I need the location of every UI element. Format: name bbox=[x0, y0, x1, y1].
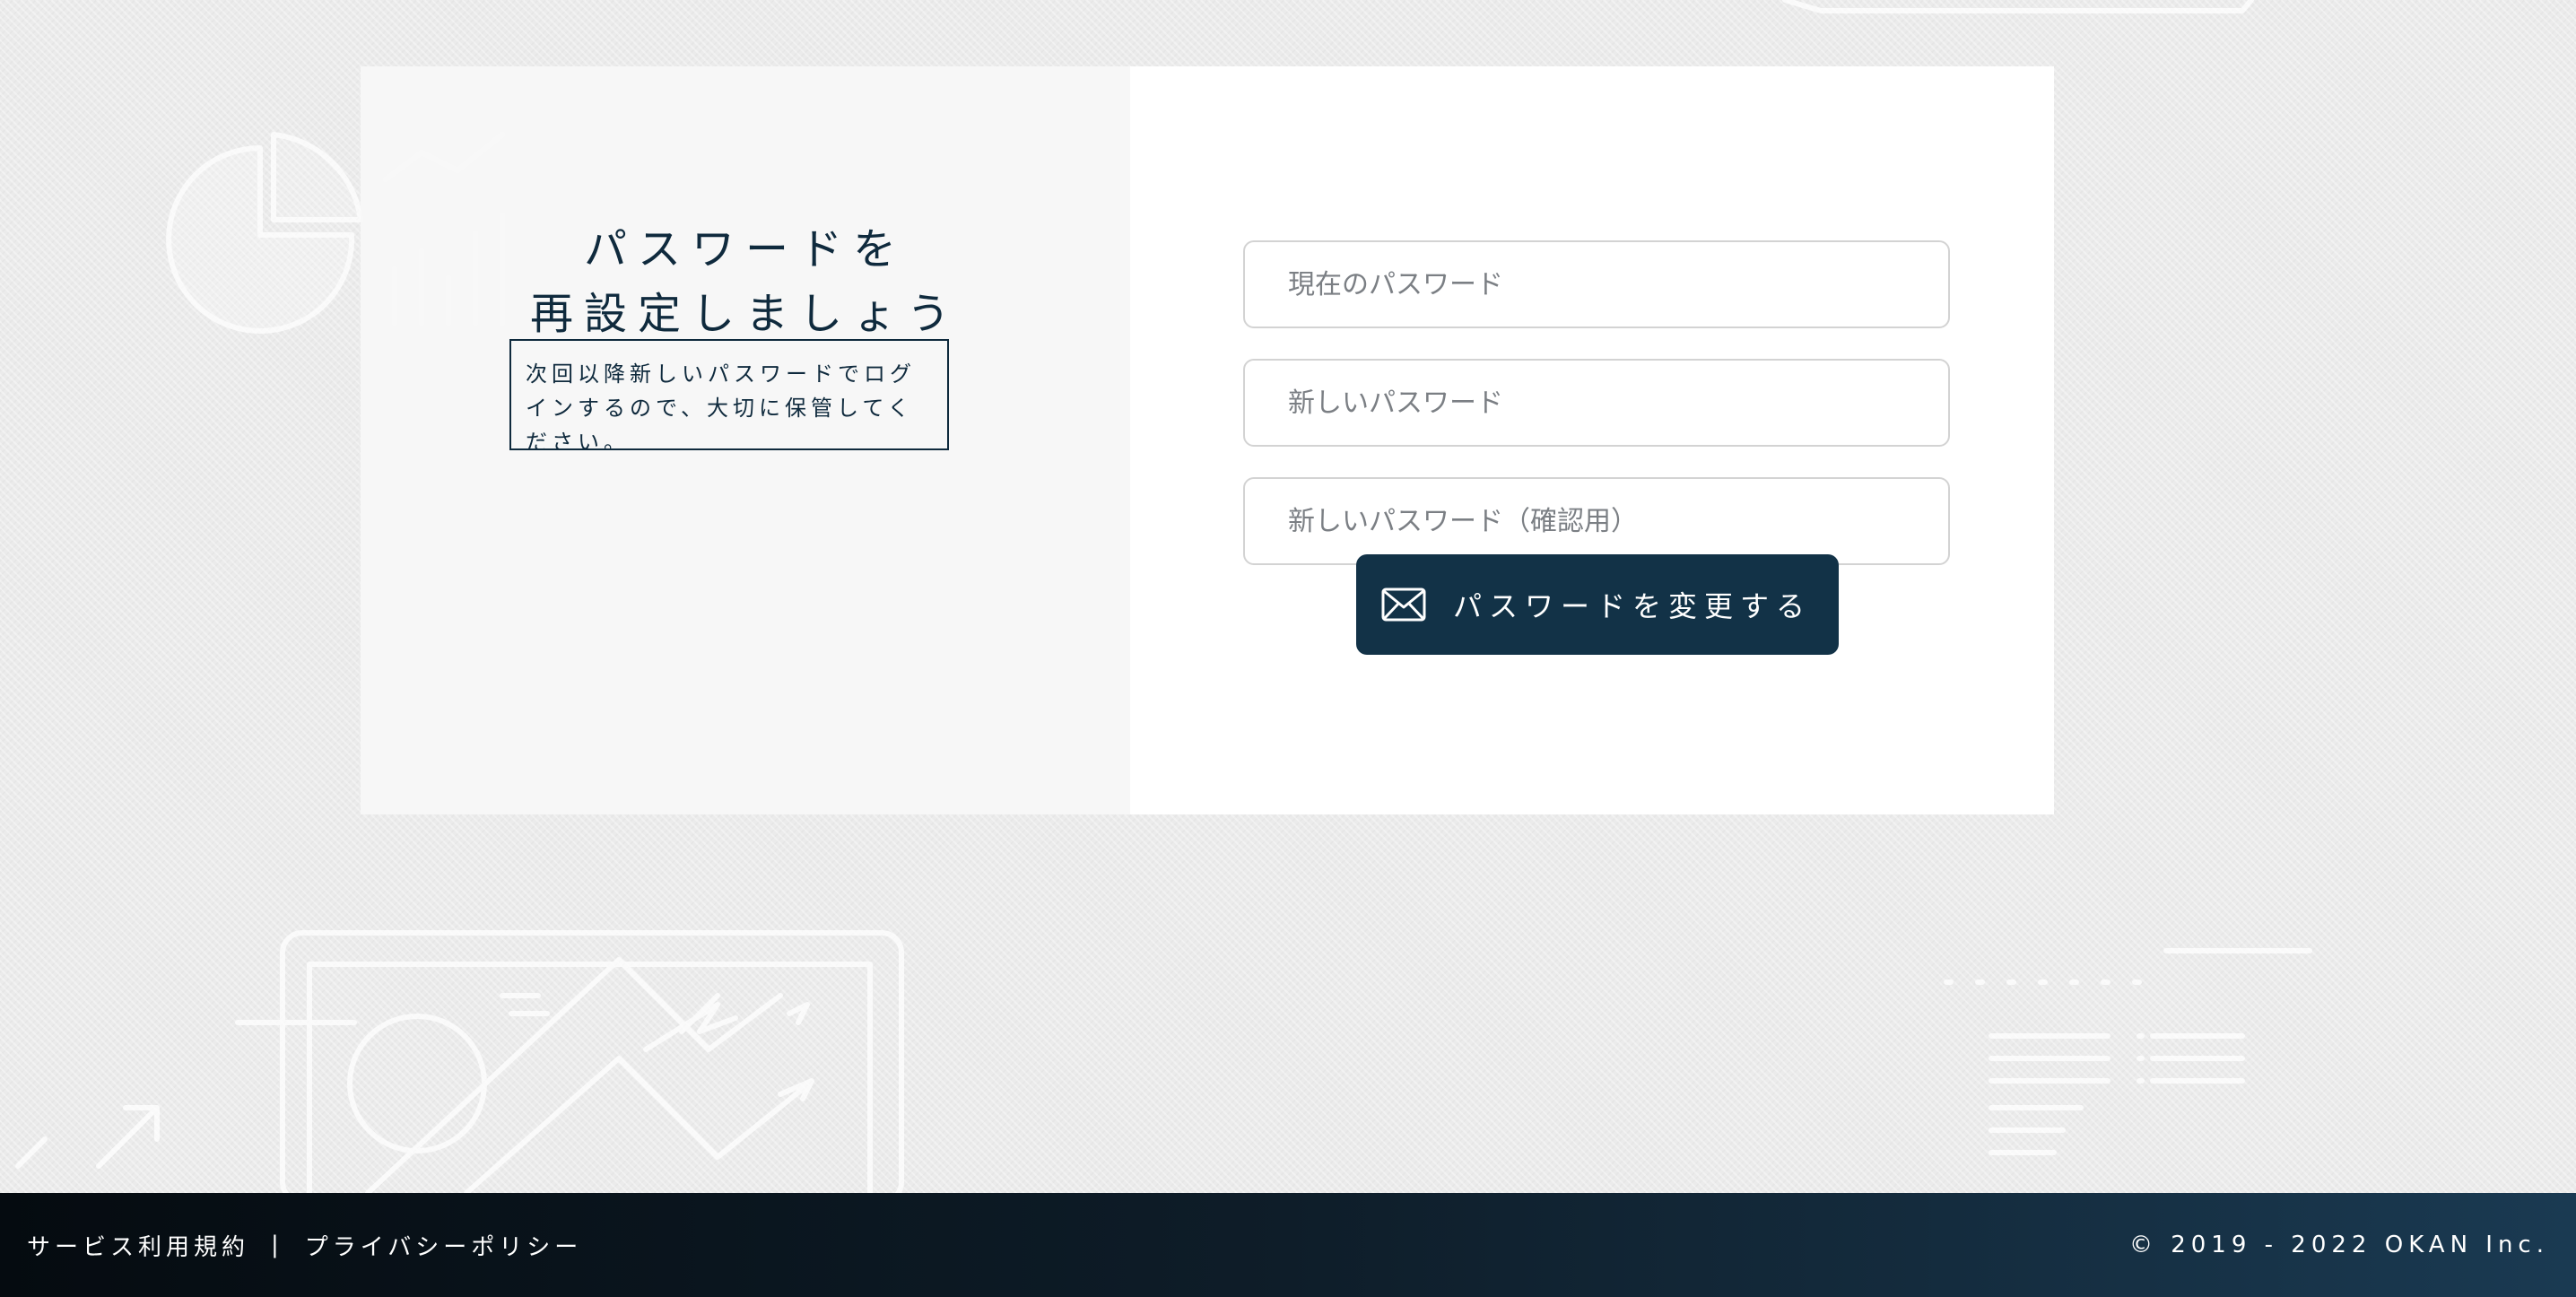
copyright: © 2019 - 2022 OKAN Inc. bbox=[2128, 1232, 2549, 1258]
page-title-line-2: 再設定しましょう bbox=[529, 289, 961, 339]
footer-separator: | bbox=[271, 1232, 283, 1258]
terms-link[interactable]: サービス利用規約 bbox=[27, 1229, 249, 1262]
confirm-password-input[interactable] bbox=[1243, 477, 1950, 565]
footer: サービス利用規約 | プライバシーポリシー © 2019 - 2022 OKAN… bbox=[0, 1193, 2576, 1297]
instruction-note: 次回以降新しいパスワードでログインするので、大切に保管してください。 bbox=[509, 339, 949, 450]
password-reset-card: パスワードを 再設定しましょう 次回以降新しいパスワードでログインするので、大切… bbox=[361, 66, 2054, 814]
password-form: パスワードを変更する bbox=[1130, 66, 2054, 814]
page-title-line-1: パスワードを bbox=[583, 224, 907, 274]
new-password-input[interactable] bbox=[1243, 359, 1950, 447]
page-title: パスワードを 再設定しましょう bbox=[361, 217, 1130, 346]
envelope-icon bbox=[1381, 588, 1426, 622]
change-password-button[interactable]: パスワードを変更する bbox=[1356, 554, 1839, 655]
footer-links: サービス利用規約 | プライバシーポリシー bbox=[27, 1229, 582, 1262]
change-password-label: パスワードを変更する bbox=[1453, 589, 1813, 623]
privacy-link[interactable]: プライバシーポリシー bbox=[305, 1229, 582, 1262]
info-panel: パスワードを 再設定しましょう 次回以降新しいパスワードでログインするので、大切… bbox=[361, 66, 1130, 814]
current-password-input[interactable] bbox=[1243, 240, 1950, 328]
